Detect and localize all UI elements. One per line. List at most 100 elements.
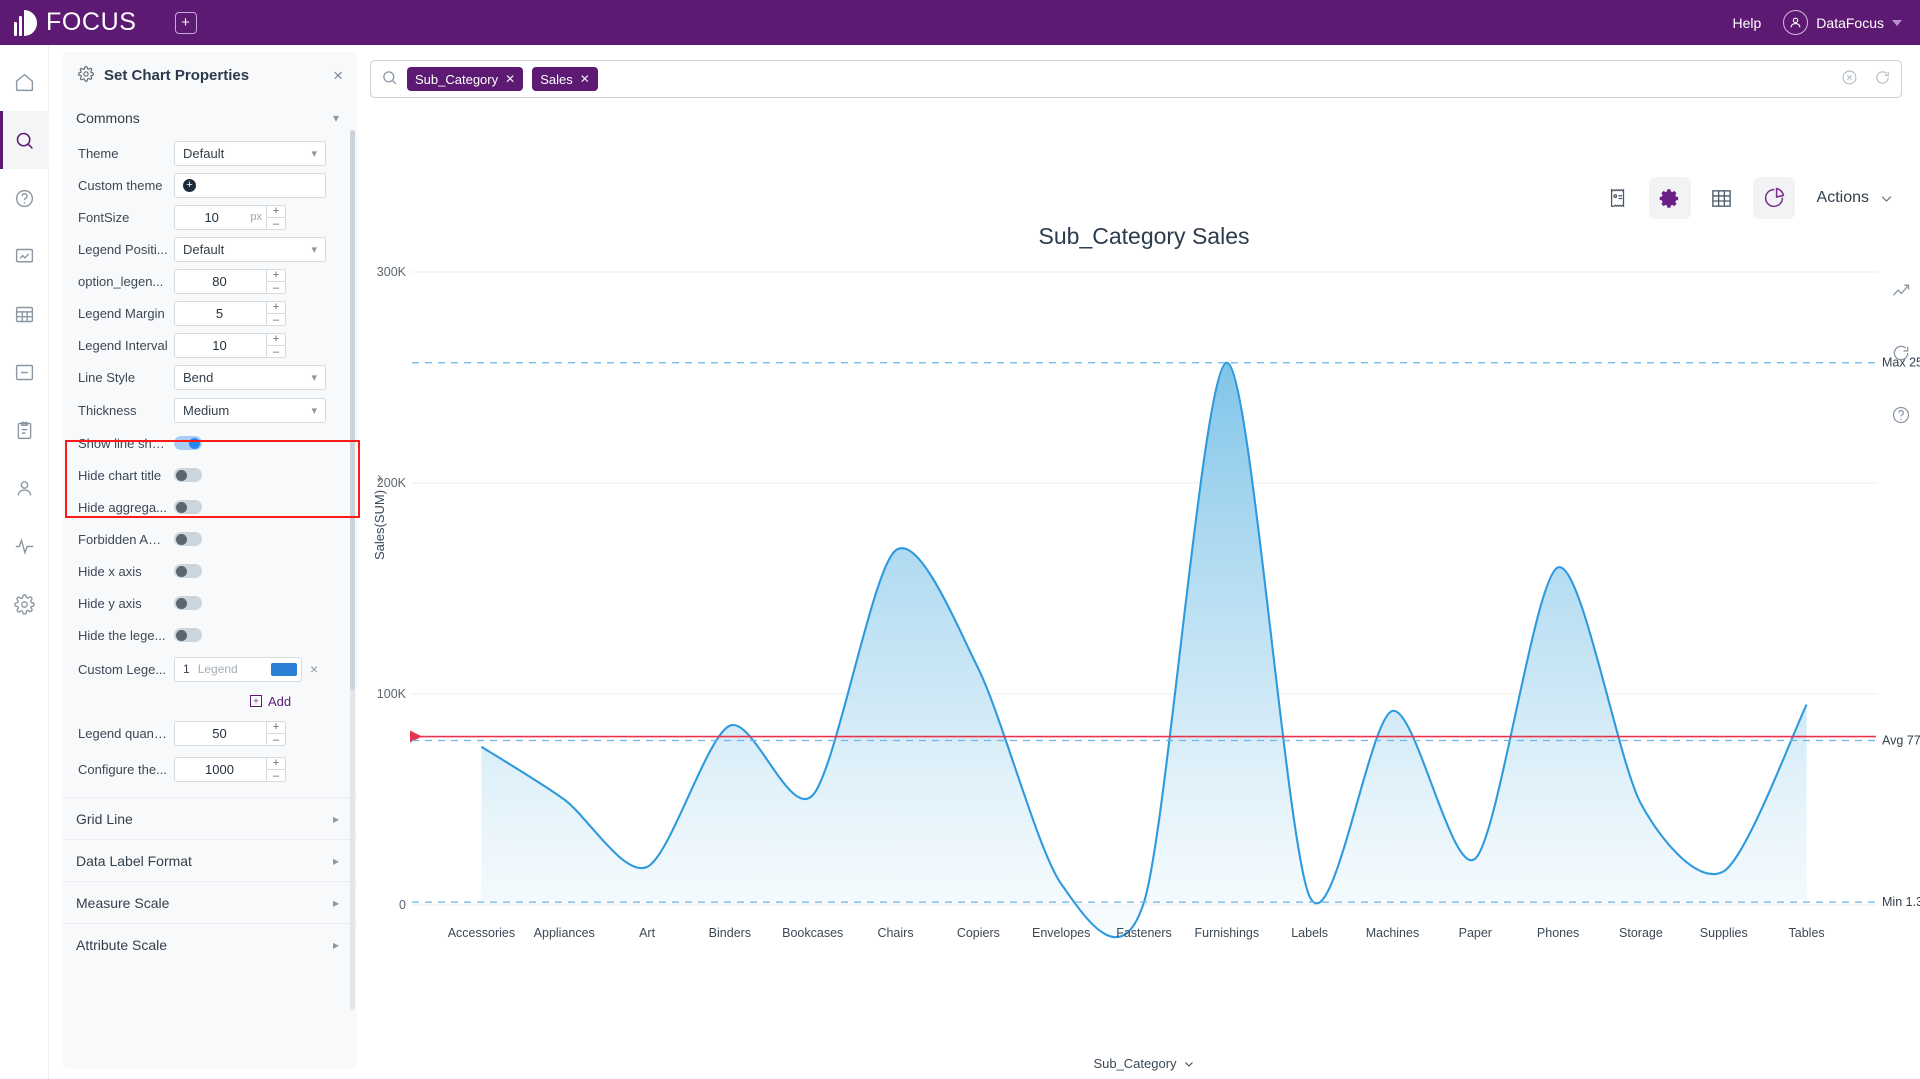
stepper-increment[interactable]: + <box>267 269 285 282</box>
page-title: Set Chart Properties <box>104 67 250 84</box>
section-data-label-format[interactable]: Data Label Format ▸ <box>62 839 357 881</box>
help-circle-icon[interactable] <box>1890 404 1912 426</box>
search-chip-sales[interactable]: Sales ✕ <box>532 67 598 91</box>
actions-button[interactable]: Actions <box>1817 189 1894 207</box>
stepper-spinner: + – <box>266 332 285 358</box>
table-grid-icon[interactable] <box>1701 177 1743 219</box>
sidebar-item-data[interactable] <box>0 343 49 401</box>
sidebar-item-search[interactable] <box>0 111 49 169</box>
sidebar-item-home[interactable] <box>0 53 49 111</box>
sidebar-item-monitor[interactable] <box>0 517 49 575</box>
sidebar-item-dashboard[interactable] <box>0 227 49 285</box>
panel-scrollbar[interactable] <box>350 130 355 1010</box>
stepper-decrement[interactable]: – <box>267 734 285 746</box>
chart-svg[interactable]: 0100K200K300K Max 257Avg 77.95KMin 1.35K… <box>368 260 1920 1079</box>
chevron-right-icon: ▸ <box>332 937 339 952</box>
refresh-icon[interactable] <box>1890 342 1912 364</box>
stepper-decrement[interactable]: – <box>267 282 285 294</box>
forbidden-animation-toggle[interactable] <box>174 532 202 546</box>
search-chip-sub-category[interactable]: Sub_Category ✕ <box>407 67 524 91</box>
legend-margin-stepper[interactable]: 5 + – <box>174 300 286 326</box>
top-bar-right: Help DataFocus <box>1733 10 1902 35</box>
custom-legend-remove-icon[interactable]: × <box>310 661 318 677</box>
sidebar-item-settings[interactable] <box>0 575 49 633</box>
refresh-icon[interactable] <box>1874 69 1891 89</box>
legend-interval-value: 10 <box>212 337 227 353</box>
scrollbar-thumb[interactable] <box>350 130 355 690</box>
stepper-decrement[interactable]: – <box>267 218 285 230</box>
stepper-spinner: + – <box>266 204 285 230</box>
stepper-increment[interactable]: + <box>267 757 285 770</box>
add-legend-button[interactable]: + Add <box>62 687 357 715</box>
stepper-decrement[interactable]: – <box>267 770 285 782</box>
stepper-decrement[interactable]: – <box>267 346 285 358</box>
close-icon[interactable]: ✕ <box>505 72 515 86</box>
custom-legend-field[interactable]: 1 Legend <box>174 656 302 682</box>
row-hide-x-axis: Hide x axis <box>62 555 357 587</box>
row-legend-interval-label: Legend Interval <box>78 337 168 353</box>
stepper-increment[interactable]: + <box>267 721 285 734</box>
x-axis-title[interactable]: Sub_Category <box>368 1056 1920 1071</box>
row-hide-x-axis-label: Hide x axis <box>78 563 142 579</box>
pie-chart-icon[interactable] <box>1752 177 1795 219</box>
row-option-legend-label: option_legen... <box>78 273 164 289</box>
y-axis-title-label: Sales(SUM) <box>372 489 387 560</box>
row-legend-interval: Legend Interval 10 + – <box>62 329 357 361</box>
custom-legend-input[interactable]: Legend <box>198 662 263 676</box>
close-icon[interactable]: × <box>333 67 343 84</box>
chevron-down-icon: ▾ <box>332 111 339 125</box>
receipt-icon[interactable] <box>1597 177 1639 219</box>
section-attribute-scale[interactable]: Attribute Scale ▸ <box>62 923 357 965</box>
trend-line-icon[interactable] <box>1890 280 1912 302</box>
svg-text:Appliances: Appliances <box>534 926 595 940</box>
stepper-increment[interactable]: + <box>267 333 285 346</box>
stepper-spinner: + – <box>266 268 285 294</box>
brand-name: FOCUS <box>46 8 137 36</box>
search-bar[interactable]: Sub_Category ✕ Sales ✕ <box>370 60 1902 98</box>
y-axis-title[interactable]: Sales(SUM) <box>372 473 387 560</box>
section-commons[interactable]: Commons ▾ <box>62 99 357 137</box>
hide-chart-title-toggle[interactable] <box>174 468 202 482</box>
configure-the-stepper[interactable]: 1000 + – <box>174 756 286 782</box>
theme-select[interactable]: Default ▾ <box>174 140 326 166</box>
sidebar-item-tables[interactable] <box>0 285 49 343</box>
user-menu[interactable]: DataFocus <box>1783 10 1902 35</box>
search-chip-label: Sub_Category <box>415 71 499 87</box>
brand-logo[interactable]: FOCUS <box>14 8 137 37</box>
stepper-increment[interactable]: + <box>267 205 285 218</box>
section-measure-scale[interactable]: Measure Scale ▸ <box>62 881 357 923</box>
sidebar-item-users[interactable] <box>0 459 49 517</box>
chevron-right-icon: ▸ <box>332 895 339 910</box>
gear-icon[interactable] <box>1648 177 1691 219</box>
row-custom-legend: Custom Lege... 1 Legend × <box>62 651 357 687</box>
hide-aggregate-toggle[interactable] <box>174 500 202 514</box>
stepper-decrement[interactable]: – <box>267 314 285 326</box>
sidebar-item-help[interactable] <box>0 169 49 227</box>
main-content: Sub_Category ✕ Sales ✕ Actions Sub_Categ… <box>368 45 1920 1079</box>
hide-y-axis-toggle[interactable] <box>174 596 202 610</box>
legend-position-select[interactable]: Default ▾ <box>174 236 326 262</box>
chevron-down-icon <box>1892 19 1902 26</box>
sidebar-item-tasks[interactable] <box>0 401 49 459</box>
thickness-select[interactable]: Medium ▾ <box>174 398 326 423</box>
font-size-stepper[interactable]: 10 px + – <box>174 204 286 230</box>
section-grid-line[interactable]: Grid Line ▸ <box>62 797 357 839</box>
row-legend-margin: Legend Margin 5 + – <box>62 297 357 329</box>
hide-x-axis-toggle[interactable] <box>174 564 202 578</box>
option-legend-stepper[interactable]: 80 + – <box>174 268 286 294</box>
line-style-select[interactable]: Bend ▾ <box>174 365 326 390</box>
legend-quantity-stepper[interactable]: 50 + – <box>174 720 286 746</box>
custom-theme-add-button[interactable]: + <box>174 172 326 198</box>
svg-text:300K: 300K <box>377 265 407 279</box>
font-size-unit: px <box>250 211 262 223</box>
show-line-shadow-toggle[interactable] <box>174 436 202 450</box>
custom-legend-color-swatch[interactable] <box>271 662 297 676</box>
clear-circle-icon[interactable] <box>1841 69 1858 89</box>
legend-interval-stepper[interactable]: 10 + – <box>174 332 286 358</box>
hide-legend-toggle[interactable] <box>174 628 202 642</box>
close-icon[interactable]: ✕ <box>580 72 590 86</box>
add-tab-button[interactable]: + <box>174 11 197 34</box>
row-hide-chart-title-label: Hide chart title <box>78 467 162 483</box>
help-link[interactable]: Help <box>1733 15 1762 31</box>
stepper-increment[interactable]: + <box>267 301 285 314</box>
